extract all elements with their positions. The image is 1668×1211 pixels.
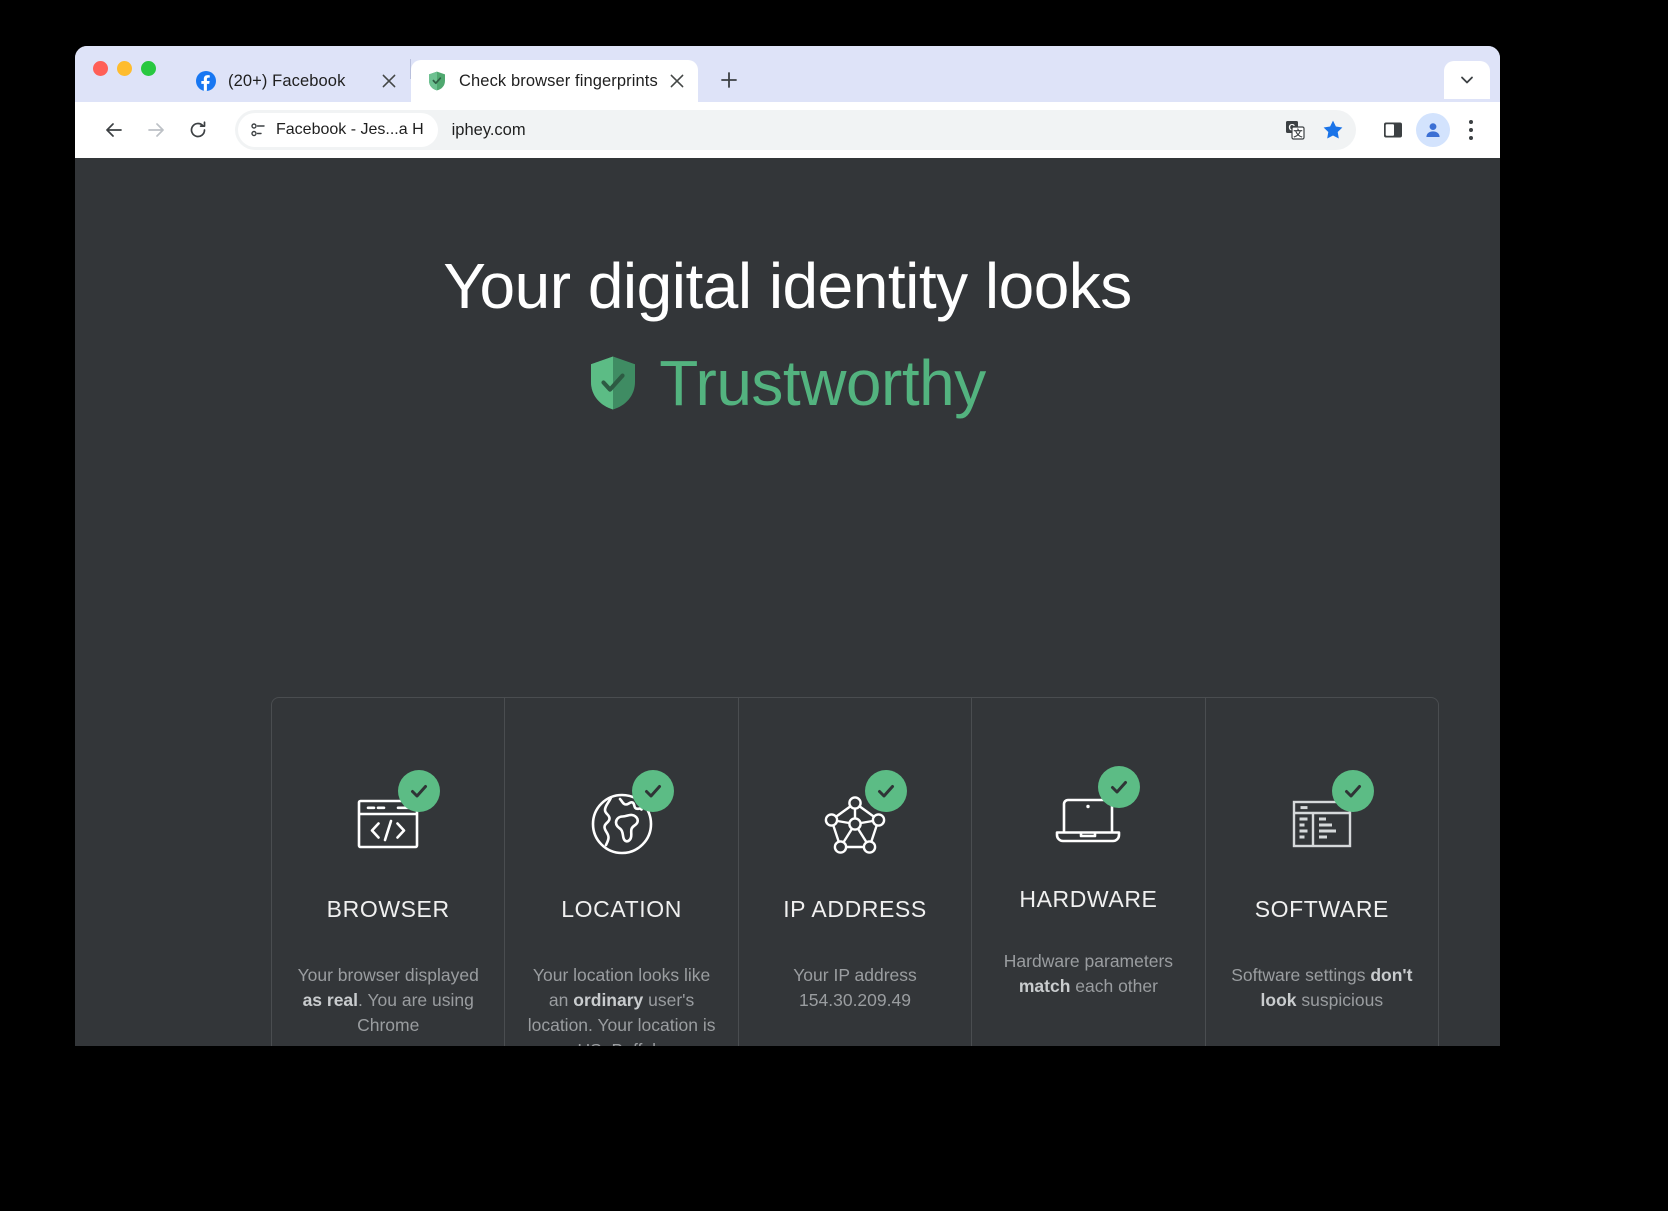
side-panel-icon[interactable] xyxy=(1376,113,1410,147)
profile-avatar[interactable] xyxy=(1416,113,1450,147)
facebook-icon xyxy=(196,71,216,91)
card-icon-wrapper xyxy=(1034,766,1142,868)
shield-check-icon xyxy=(427,71,447,91)
check-circle-icon xyxy=(1098,766,1141,808)
card-icon-wrapper xyxy=(568,770,676,872)
card-title: SOFTWARE xyxy=(1254,896,1389,922)
browser-toolbar: Facebook - Jes...a H iphey.com G 文 xyxy=(75,102,1500,158)
forward-button[interactable] xyxy=(137,111,175,149)
verdict-label: Trustworthy xyxy=(659,346,986,419)
card-icon-wrapper xyxy=(801,770,909,872)
toolbar-right-actions xyxy=(1376,111,1486,149)
menu-dot xyxy=(1469,128,1473,132)
back-button[interactable] xyxy=(95,111,133,149)
status-card-ip-address[interactable]: IP ADDRESS Your IP address 154.30.209.49 xyxy=(737,698,971,1046)
tab-title: Check browser fingerprints xyxy=(459,71,658,90)
translate-icon[interactable]: G 文 xyxy=(1278,113,1312,147)
minimize-window-button[interactable] xyxy=(117,61,132,76)
check-circle-icon xyxy=(1331,770,1374,812)
tab-facebook[interactable]: (20+) Facebook xyxy=(180,60,410,102)
card-title: IP ADDRESS xyxy=(783,896,927,922)
card-body: Hardware parameters match each other xyxy=(1003,951,1174,996)
close-window-button[interactable] xyxy=(93,61,108,76)
card-title: HARDWARE xyxy=(1019,886,1158,912)
tab-search-button[interactable] xyxy=(1444,61,1490,99)
verdict-row: Trustworthy xyxy=(75,346,1500,420)
card-body: Your browser displayed as real. You are … xyxy=(297,965,479,1035)
close-tab-button[interactable] xyxy=(666,70,688,92)
card-icon-wrapper xyxy=(334,770,442,872)
card-title: BROWSER xyxy=(326,896,450,922)
card-body: Your IP address 154.30.209.49 xyxy=(793,965,917,1010)
check-circle-icon xyxy=(631,770,674,812)
tab-check-browser-fingerprints[interactable]: Check browser fingerprints xyxy=(411,60,698,102)
status-card-software[interactable]: SOFTWARE Software settings don't look su… xyxy=(1204,698,1438,1046)
card-title: LOCATION xyxy=(561,896,682,922)
svg-text:文: 文 xyxy=(1292,128,1303,139)
tab-strip: (20+) Facebook Check browser fingerprint… xyxy=(75,46,1500,102)
menu-dot xyxy=(1469,120,1473,124)
three-dot-menu-icon[interactable] xyxy=(1456,111,1486,149)
new-tab-button[interactable] xyxy=(712,63,746,97)
address-bar[interactable]: Facebook - Jes...a H iphey.com G 文 xyxy=(235,110,1356,150)
check-circle-icon xyxy=(865,770,908,812)
url-text: iphey.com xyxy=(451,120,526,139)
close-tab-button[interactable] xyxy=(378,70,400,92)
status-cards-container: BROWSER Your browser displayed as real. … xyxy=(271,697,1439,1046)
page-content: Your digital identity looks Trustworthy xyxy=(75,158,1500,1046)
tab-title: (20+) Facebook xyxy=(228,71,346,90)
check-circle-icon xyxy=(398,770,441,812)
menu-dot xyxy=(1469,136,1473,140)
status-card-hardware[interactable]: HARDWARE Hardware parameters match each … xyxy=(971,698,1204,1046)
hero-section: Your digital identity looks Trustworthy xyxy=(75,158,1500,420)
page-info-icon xyxy=(249,121,267,139)
omnibox-actions: G 文 xyxy=(1278,113,1350,147)
card-body: Software settings don't look suspicious xyxy=(1231,965,1413,1010)
page-info-chip[interactable]: Facebook - Jes...a H xyxy=(238,113,438,147)
page-info-chip-label: Facebook - Jes...a H xyxy=(276,121,424,138)
page-title: Your digital identity looks xyxy=(443,250,1132,322)
status-card-browser[interactable]: BROWSER Your browser displayed as real. … xyxy=(272,698,504,1046)
shield-check-icon xyxy=(589,355,637,411)
maximize-window-button[interactable] xyxy=(141,61,156,76)
status-card-location[interactable]: LOCATION Your location looks like an ord… xyxy=(504,698,737,1046)
window-traffic-lights xyxy=(93,46,156,102)
card-icon-wrapper xyxy=(1268,770,1376,872)
star-filled-icon[interactable] xyxy=(1316,113,1350,147)
reload-button[interactable] xyxy=(179,111,217,149)
card-body: Your location looks like an ordinary use… xyxy=(527,965,716,1046)
browser-window: (20+) Facebook Check browser fingerprint… xyxy=(75,46,1500,1046)
